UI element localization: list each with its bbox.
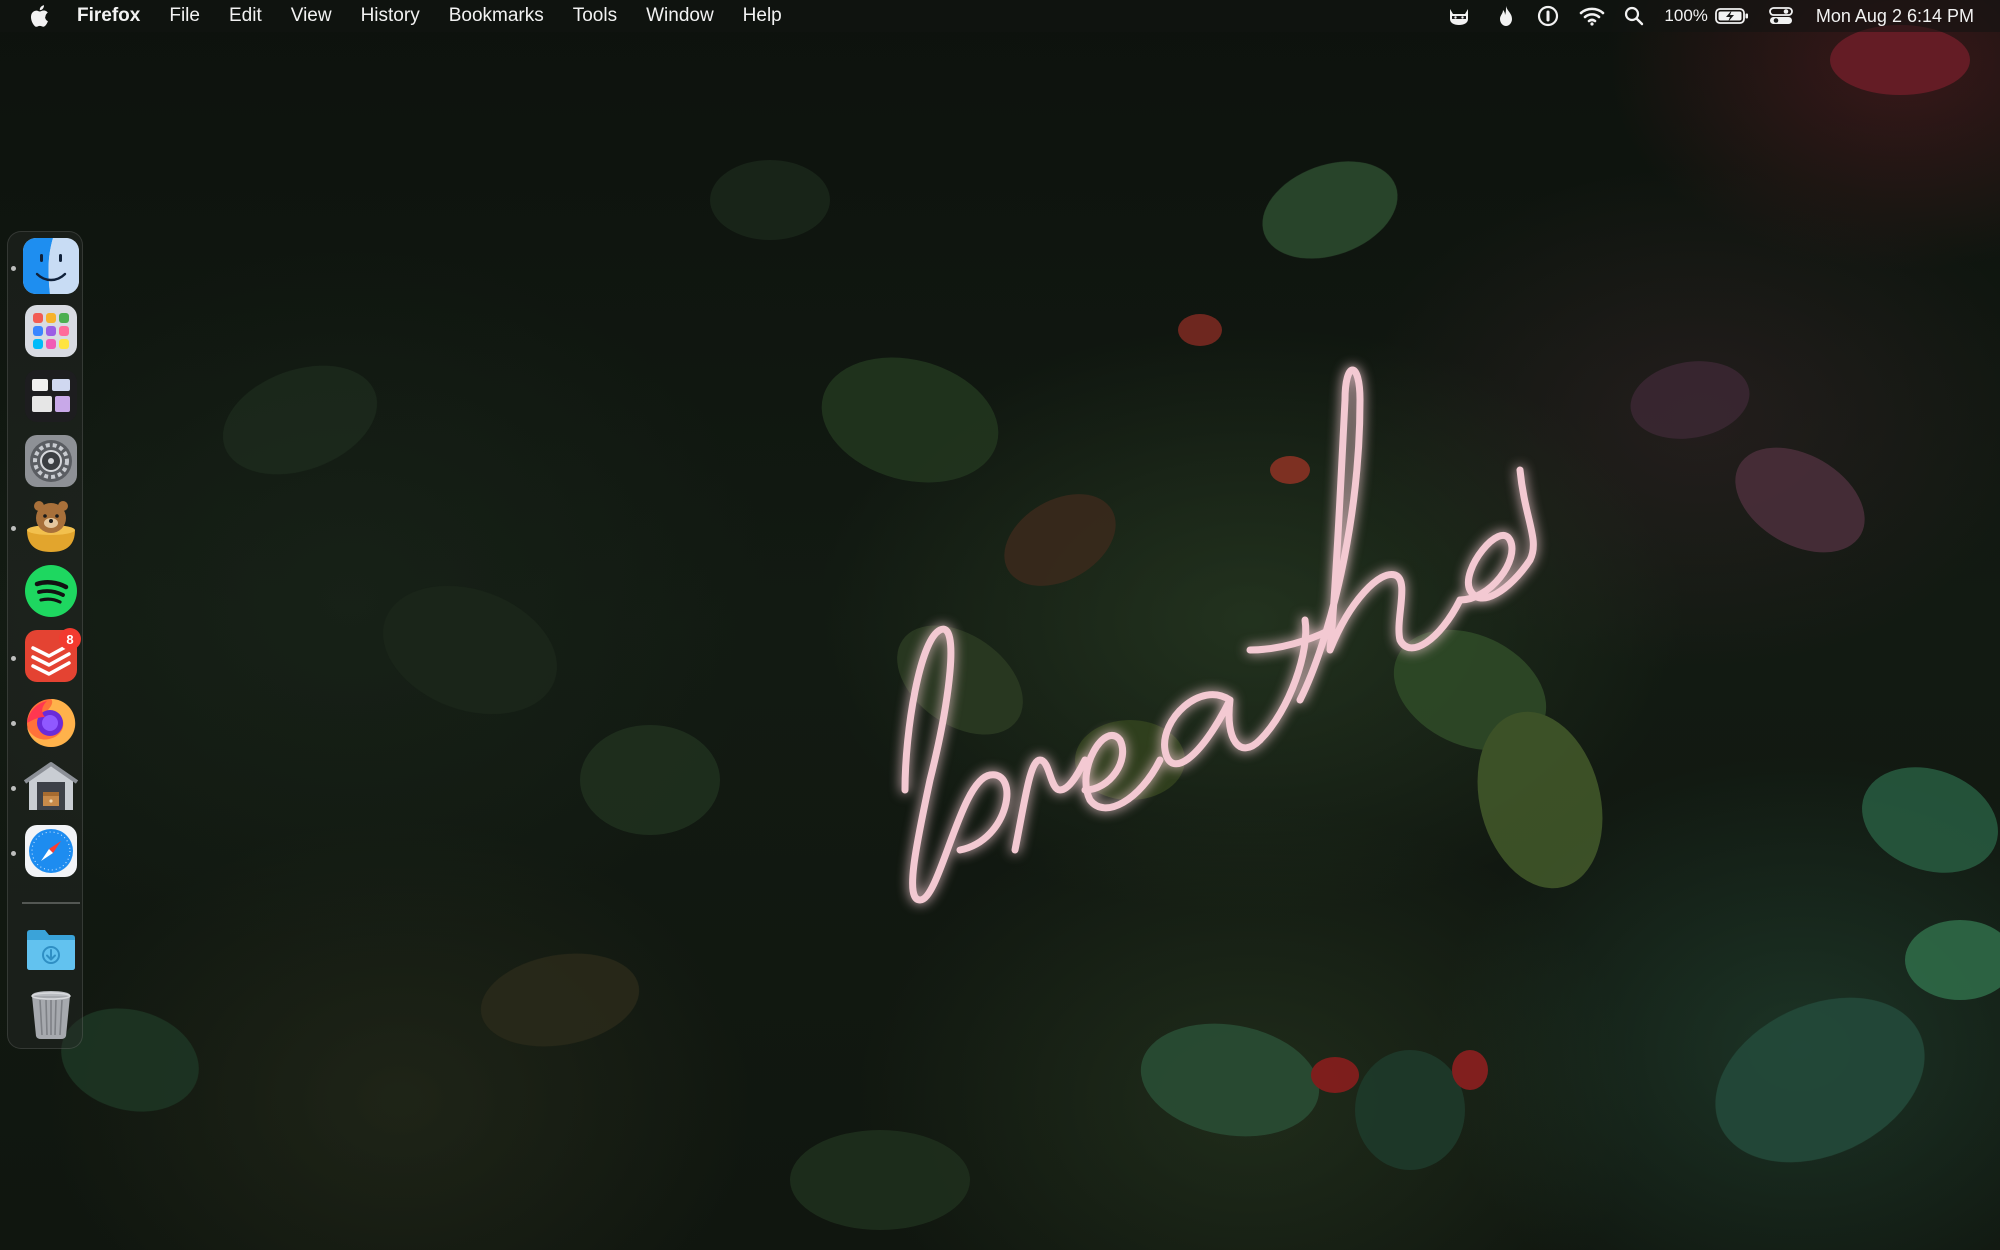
bear-icon — [27, 501, 75, 552]
firefox-icon — [27, 699, 76, 747]
menu-window[interactable]: Window — [646, 5, 714, 27]
spotify-icon — [25, 565, 77, 617]
desktop-wallpaper — [0, 0, 2000, 1250]
safari-icon — [25, 825, 77, 877]
system-preferences-icon — [25, 435, 77, 487]
control-center-icon[interactable] — [1768, 0, 1794, 32]
foliage-wallpaper-art — [61, 25, 2000, 1230]
cat-icon[interactable] — [1442, 0, 1476, 32]
dock-item-system-preferences[interactable] — [23, 433, 79, 489]
menu-app-name[interactable]: Firefox — [77, 5, 140, 27]
running-indicator — [11, 786, 16, 791]
dock-item-safari[interactable] — [23, 823, 79, 879]
password-manager-icon[interactable] — [1536, 0, 1560, 32]
menu-view[interactable]: View — [291, 5, 332, 27]
dock-divider — [22, 902, 80, 904]
archive-icon — [23, 762, 79, 810]
dock-item-launchpad[interactable] — [23, 303, 79, 359]
neon-breathe-sign — [901, 366, 1537, 904]
dock-item-finder[interactable] — [23, 238, 79, 294]
menu-help[interactable]: Help — [743, 5, 782, 27]
menu-tools[interactable]: Tools — [573, 5, 617, 27]
running-indicator — [11, 656, 16, 661]
running-indicator — [11, 721, 16, 726]
dock-item-downloads[interactable] — [23, 921, 79, 977]
wifi-icon[interactable] — [1578, 0, 1606, 32]
dock-item-bear[interactable] — [23, 498, 79, 554]
downloads-folder-icon — [27, 930, 75, 970]
running-indicator — [11, 526, 16, 531]
menu-file[interactable]: File — [169, 5, 200, 27]
dock-item-mission-control[interactable] — [23, 368, 79, 424]
battery-percent[interactable]: 100% — [1664, 6, 1707, 26]
dock-item-archive[interactable] — [23, 758, 79, 814]
search-icon[interactable] — [1622, 0, 1646, 32]
apple-menu-icon[interactable] — [29, 3, 51, 29]
menu-history[interactable]: History — [361, 5, 420, 27]
dock: 8 — [7, 231, 83, 1049]
menu-edit[interactable]: Edit — [229, 5, 262, 27]
menu-clock[interactable]: Mon Aug 2 6:14 PM — [1816, 6, 1974, 27]
dock-item-spotify[interactable] — [23, 563, 79, 619]
menu-bookmarks[interactable]: Bookmarks — [449, 5, 544, 27]
running-indicator — [11, 851, 16, 856]
todoist-badge: 8 — [59, 628, 81, 650]
running-indicator — [11, 266, 16, 271]
dock-item-firefox[interactable] — [23, 693, 79, 749]
mission-control-icon — [25, 370, 77, 422]
finder-icon — [23, 238, 79, 294]
flame-icon[interactable] — [1496, 0, 1516, 32]
battery-icon[interactable] — [1714, 0, 1750, 32]
launchpad-icon — [25, 305, 77, 357]
trash-icon — [31, 991, 71, 1039]
dock-item-trash[interactable] — [23, 986, 79, 1042]
menu-bar: Firefox File Edit View History Bookmarks… — [0, 0, 2000, 32]
